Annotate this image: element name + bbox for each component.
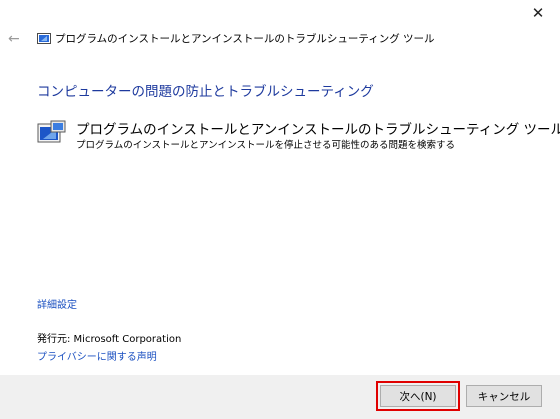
page-heading: コンピューターの問題の防止とトラブルシューティング — [37, 84, 374, 100]
troubleshooter-description: プログラムのインストールとアンインストールを停止させる可能性のある問題を検索する — [76, 140, 455, 151]
troubleshooter-window: ✕ ← プログラムのインストールとアンインストールのトラブルシューティング ツー… — [0, 0, 560, 419]
back-arrow-icon[interactable]: ← — [8, 28, 24, 50]
troubleshooter-name: プログラムのインストールとアンインストールのトラブルシューティング ツール — [76, 122, 560, 138]
troubleshooter-icon — [37, 120, 66, 143]
privacy-statement-link[interactable]: プライバシーに関する声明 — [37, 348, 157, 363]
close-icon[interactable]: ✕ — [526, 2, 550, 24]
next-button[interactable]: 次へ(N) — [376, 381, 460, 411]
publisher-text: 発行元: Microsoft Corporation — [37, 334, 182, 345]
advanced-settings-link[interactable]: 詳細設定 — [37, 296, 77, 311]
troubleshooter-small-icon — [37, 33, 51, 44]
title-bar: ← プログラムのインストールとアンインストールのトラブルシューティング ツール — [0, 28, 560, 52]
footer-bar: 次へ(N) キャンセル — [0, 375, 560, 419]
window-title: プログラムのインストールとアンインストールのトラブルシューティング ツール — [55, 33, 435, 45]
cancel-button[interactable]: キャンセル — [466, 385, 542, 407]
